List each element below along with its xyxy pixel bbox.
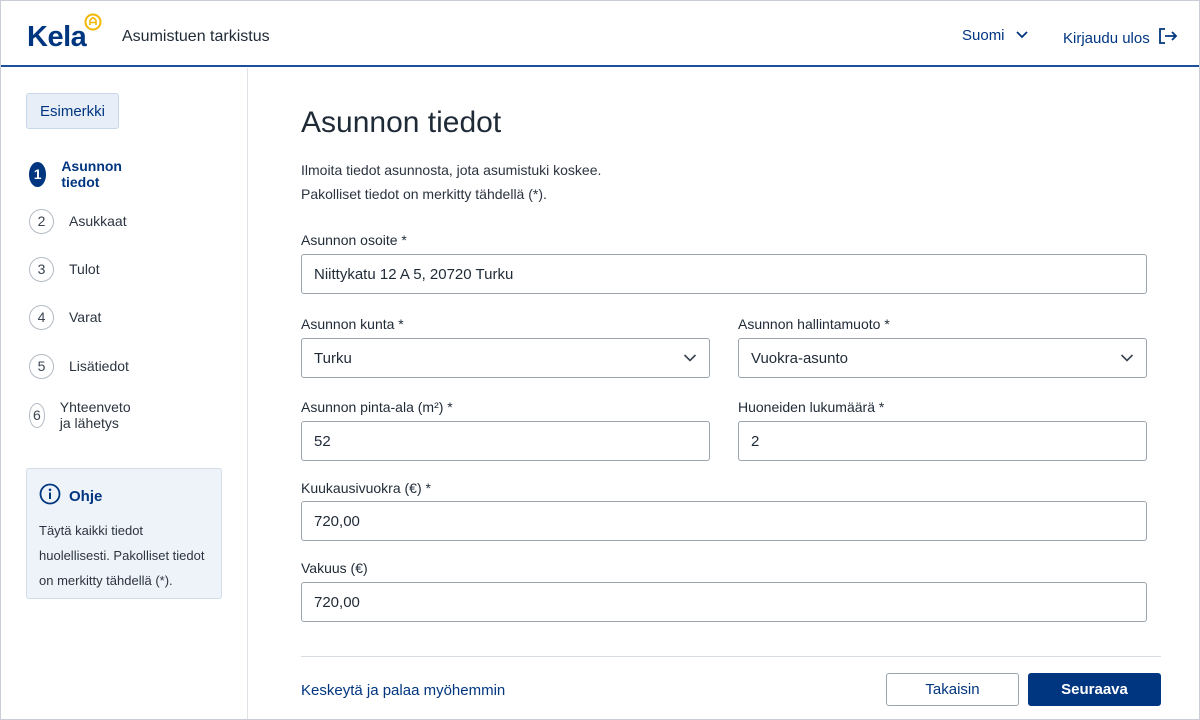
- step-label: Varat: [69, 309, 102, 325]
- sidebar: Esimerkki 1 Asunnon tiedot 2 Asukkaat 3 …: [1, 68, 248, 719]
- logout-icon: [1158, 27, 1178, 49]
- rent-value: 720,00: [314, 512, 360, 530]
- area-input[interactable]: 52: [301, 421, 710, 461]
- municipality-select[interactable]: Turku: [301, 338, 710, 378]
- tenure-label: Asunnon hallintamuoto *: [738, 316, 890, 332]
- logout-button[interactable]: Kirjaudu ulos: [1063, 27, 1178, 49]
- help-header: Ohje: [39, 483, 209, 510]
- rent-input[interactable]: 720,00: [301, 501, 1147, 541]
- intro-line-2: Pakolliset tiedot on merkitty tähdellä (…: [301, 186, 547, 202]
- rooms-value: 2: [751, 432, 760, 450]
- logout-label: Kirjaudu ulos: [1063, 29, 1150, 47]
- address-input[interactable]: Niittykatu 12 A 5, 20720 Turku: [301, 254, 1147, 294]
- deposit-input[interactable]: 720,00: [301, 582, 1147, 622]
- area-label: Asunnon pinta-ala (m²) *: [301, 399, 453, 415]
- help-box: Ohje Täytä kaikki tiedot huolellisesti. …: [26, 468, 222, 599]
- rooms-label: Huoneiden lukumäärä *: [738, 399, 885, 415]
- step-item-2[interactable]: 2 Asukkaat: [29, 208, 127, 234]
- app-window: Kela Asumistuen tarkistus Suomi Kirjaudu…: [0, 0, 1200, 720]
- chevron-down-icon: [1015, 27, 1029, 44]
- footer-divider: [301, 656, 1161, 657]
- municipality-value: Turku: [314, 349, 352, 367]
- back-button[interactable]: Takaisin: [886, 673, 1019, 706]
- chevron-down-icon: [683, 350, 697, 367]
- next-button[interactable]: Seuraava: [1028, 673, 1161, 706]
- logo-text: Kela: [27, 21, 87, 53]
- main-content: Asunnon tiedot Ilmoita tiedot asunnosta,…: [249, 68, 1199, 719]
- step-number: 3: [29, 256, 54, 282]
- help-title: Ohje: [69, 488, 103, 505]
- step-number: 4: [29, 304, 54, 330]
- app-title: Asumistuen tarkistus: [122, 28, 270, 45]
- step-item-1[interactable]: 1 Asunnon tiedot: [29, 158, 130, 190]
- help-text: Täytä kaikki tiedot huolellisesti. Pakol…: [39, 523, 205, 588]
- language-label: Suomi: [962, 27, 1005, 44]
- step-number: 2: [29, 208, 54, 234]
- municipality-label: Asunnon kunta *: [301, 316, 404, 332]
- deposit-value: 720,00: [314, 593, 360, 611]
- step-item-4[interactable]: 4 Varat: [29, 304, 101, 330]
- intro-line-1: Ilmoita tiedot asunnosta, jota asumistuk…: [301, 162, 602, 178]
- logo-badge-icon: [84, 13, 102, 36]
- tenure-value: Vuokra-asunto: [751, 349, 849, 367]
- page-title: Asunnon tiedot: [301, 106, 502, 139]
- top-header: Kela Asumistuen tarkistus Suomi Kirjaudu…: [1, 1, 1199, 67]
- intro-text: Ilmoita tiedot asunnosta, jota asumistuk…: [301, 158, 601, 206]
- tenure-select[interactable]: Vuokra-asunto: [738, 338, 1147, 378]
- deposit-label: Vakuus (€): [301, 560, 368, 576]
- language-selector[interactable]: Suomi: [962, 27, 1029, 44]
- info-icon: [39, 483, 61, 510]
- step-label: Lisätiedot: [69, 358, 129, 374]
- example-badge: Esimerkki: [26, 93, 119, 129]
- step-number: 5: [29, 353, 54, 379]
- kela-logo[interactable]: Kela: [27, 13, 102, 53]
- address-value: Niittykatu 12 A 5, 20720 Turku: [314, 265, 514, 283]
- step-item-6[interactable]: 6 Yhteenveto ja lähetys: [29, 399, 140, 431]
- save-and-exit-link[interactable]: Keskeytä ja palaa myöhemmin: [301, 682, 505, 699]
- step-item-5[interactable]: 5 Lisätiedot: [29, 353, 129, 379]
- rent-label: Kuukausivuokra (€) *: [301, 480, 431, 496]
- chevron-down-icon: [1120, 350, 1134, 367]
- step-label: Asukkaat: [69, 213, 127, 229]
- address-label: Asunnon osoite *: [301, 232, 407, 248]
- step-label: Asunnon tiedot: [61, 158, 122, 190]
- step-label: Yhteenveto ja lähetys: [59, 399, 131, 431]
- rooms-input[interactable]: 2: [738, 421, 1147, 461]
- step-number: 6: [29, 402, 45, 428]
- step-number: 1: [29, 161, 47, 187]
- area-value: 52: [314, 432, 331, 450]
- step-item-3[interactable]: 3 Tulot: [29, 256, 100, 282]
- step-label: Tulot: [69, 261, 100, 277]
